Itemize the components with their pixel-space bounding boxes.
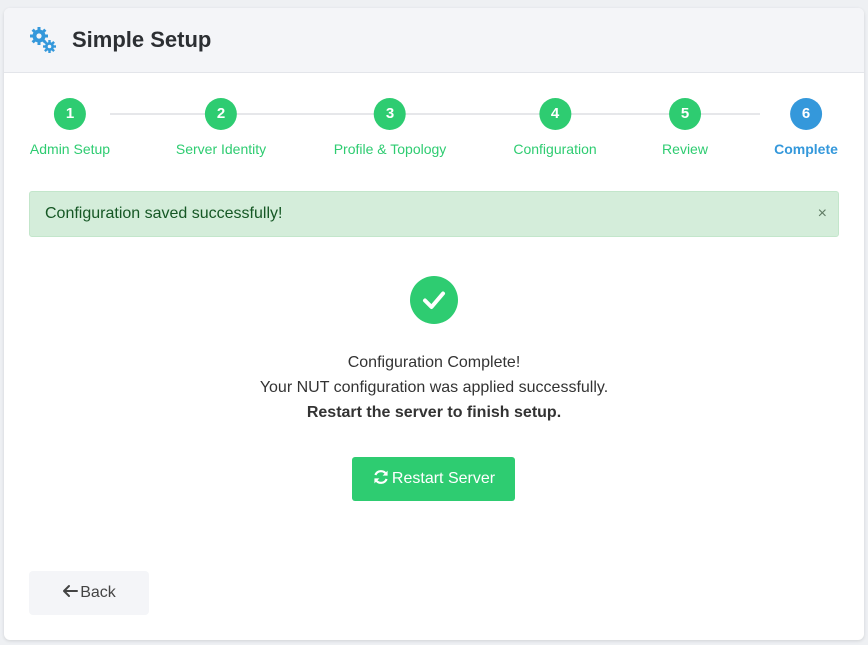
back-button[interactable]: Back — [29, 571, 149, 615]
close-icon[interactable]: × — [818, 192, 827, 236]
refresh-icon — [372, 468, 392, 491]
step-label: Server Identity — [175, 141, 267, 157]
step-number: 1 — [53, 98, 86, 130]
step-number: 6 — [789, 98, 822, 130]
step-label: Profile & Topology — [333, 141, 447, 157]
check-circle-icon — [410, 276, 458, 324]
step-profile-topology[interactable]: 3 Profile & Topology — [333, 96, 447, 157]
step-label: Complete — [774, 141, 838, 157]
completion-panel: Configuration Complete! Your NUT configu… — [4, 276, 864, 425]
card-header: Simple Setup — [4, 8, 864, 73]
gears-icon — [28, 25, 58, 55]
step-configuration[interactable]: 4 Configuration — [513, 96, 597, 157]
step-label: Admin Setup — [29, 141, 111, 157]
alert-message: Configuration saved successfully! — [45, 205, 283, 222]
step-number: 5 — [669, 98, 701, 130]
step-complete[interactable]: 6 Complete — [774, 96, 838, 157]
step-server-identity[interactable]: 2 Server Identity — [176, 96, 266, 157]
step-number: 3 — [374, 98, 406, 130]
completion-detail: Your NUT configuration was applied succe… — [259, 379, 609, 396]
page-title: Simple Setup — [72, 27, 212, 52]
success-alert: Configuration saved successfully! × — [29, 191, 839, 237]
step-label: Configuration — [513, 141, 597, 157]
step-number: 4 — [539, 98, 571, 130]
setup-card: Simple Setup 1 Admin Setup 2 Server Iden… — [4, 8, 864, 640]
restart-server-button[interactable]: Restart Server — [352, 457, 515, 501]
step-review[interactable]: 5 Review — [662, 96, 708, 157]
step-label: Review — [662, 141, 708, 157]
arrow-left-icon — [62, 584, 80, 603]
restart-server-label: Restart Server — [391, 470, 496, 487]
completion-heading: Configuration Complete! — [347, 354, 521, 371]
back-label: Back — [80, 584, 116, 601]
restart-instruction: Restart the server to finish setup. — [306, 404, 562, 421]
step-number: 2 — [204, 98, 237, 130]
setup-stepper: 1 Admin Setup 2 Server Identity 3 Profil… — [4, 96, 864, 166]
step-admin-setup[interactable]: 1 Admin Setup — [30, 96, 110, 157]
